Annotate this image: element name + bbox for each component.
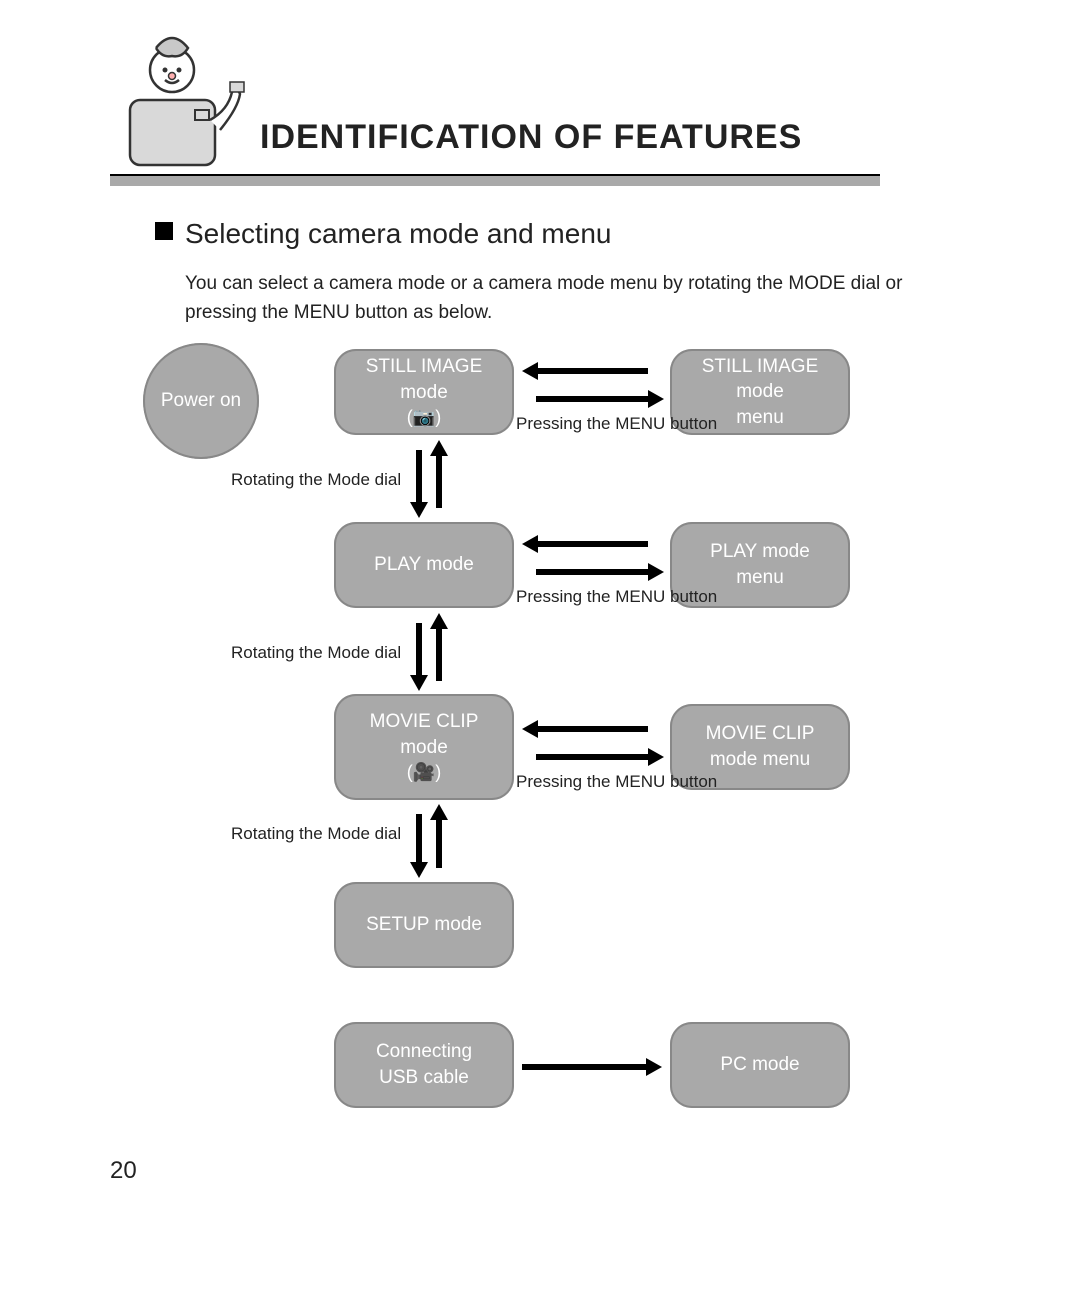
section-subheading: Selecting camera mode and menu: [185, 218, 611, 250]
setup-mode-label: SETUP mode: [366, 912, 482, 938]
pc-mode-label: PC mode: [720, 1052, 799, 1078]
mascot-illustration: [110, 30, 250, 180]
play-menu-l1: PLAY mode: [710, 539, 810, 565]
play-menu-l2: menu: [736, 565, 784, 591]
caption-rotate-3: Rotating the Mode dial: [231, 824, 401, 844]
camera-icon: (📷): [407, 405, 441, 429]
title-rule: [110, 174, 880, 186]
caption-menu-1: Pressing the MENU button: [516, 414, 717, 434]
movie-clip-l2: mode: [400, 735, 448, 761]
node-power-on: Power on: [143, 343, 259, 459]
node-connecting-usb: Connecting USB cable: [334, 1022, 514, 1108]
page-number: 20: [110, 1157, 137, 1185]
arrow-play-to-menu: [522, 535, 662, 585]
still-image-label: STILL IMAGE mode: [342, 354, 506, 405]
page-title: IDENTIFICATION OF FEATURES: [260, 118, 802, 157]
arrow-play-movie: [410, 613, 450, 691]
arrow-movie-setup: [410, 804, 450, 878]
section-bullet: [155, 222, 173, 240]
caption-rotate-2: Rotating the Mode dial: [231, 643, 401, 663]
still-image-menu-l1: STILL IMAGE mode: [678, 354, 842, 405]
arrow-still-play: [410, 440, 450, 518]
still-image-menu-l2: menu: [736, 405, 784, 431]
node-setup-mode: SETUP mode: [334, 882, 514, 968]
node-still-image-mode: STILL IMAGE mode (📷): [334, 349, 514, 435]
movie-menu-l2: mode menu: [710, 747, 810, 773]
camcorder-icon: (🎥): [407, 760, 441, 784]
node-pc-mode: PC mode: [670, 1022, 850, 1108]
play-mode-label: PLAY mode: [374, 552, 474, 578]
node-movie-clip-mode: MOVIE CLIP mode (🎥): [334, 694, 514, 800]
connecting-l2: USB cable: [379, 1065, 469, 1091]
arrow-still-to-menu: [522, 362, 662, 412]
node-play-mode: PLAY mode: [334, 522, 514, 608]
power-on-label: Power on: [161, 388, 241, 414]
arrow-movie-to-menu: [522, 720, 662, 770]
movie-clip-l1: MOVIE CLIP: [370, 709, 479, 735]
section-paragraph: You can select a camera mode or a camera…: [185, 270, 955, 327]
caption-menu-2: Pressing the MENU button: [516, 587, 717, 607]
caption-menu-3: Pressing the MENU button: [516, 772, 717, 792]
connecting-l1: Connecting: [376, 1039, 472, 1065]
movie-menu-l1: MOVIE CLIP: [706, 721, 815, 747]
caption-rotate-1: Rotating the Mode dial: [231, 470, 401, 490]
arrow-usb-to-pc: [522, 1058, 662, 1078]
